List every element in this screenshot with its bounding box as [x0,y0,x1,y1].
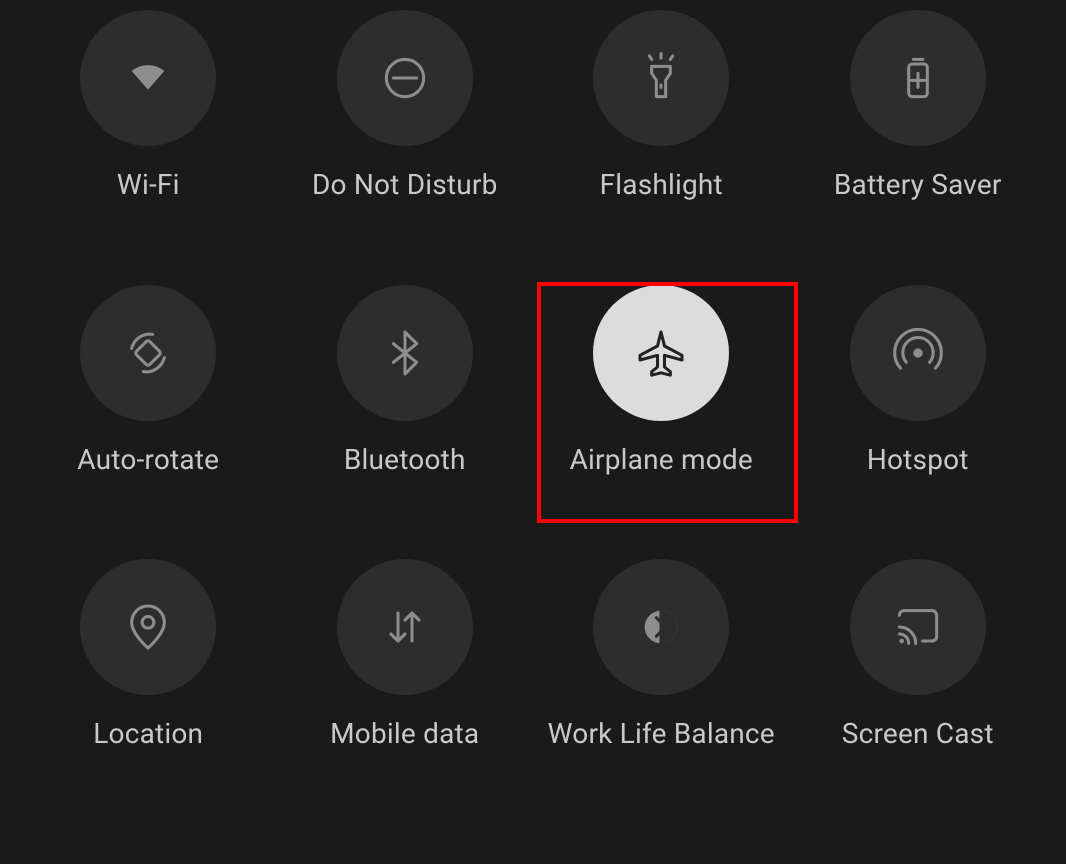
tile-flashlight: Flashlight [533,0,790,275]
tile-screen-cast: Screen Cast [790,549,1047,824]
quick-settings-panel: Wi-Fi Do Not Disturb [0,0,1066,864]
battery-saver-icon [890,50,946,106]
toggle-mobile-data[interactable] [337,559,473,695]
toggle-hotspot[interactable] [850,285,986,421]
work-life-balance-icon [633,599,689,655]
toggle-flashlight[interactable] [593,10,729,146]
tile-auto-rotate: Auto-rotate [20,275,277,550]
label-battery-saver: Battery Saver [834,168,1002,201]
toggle-airplane-mode[interactable] [593,285,729,421]
tile-hotspot: Hotspot [790,275,1047,550]
tile-mobile-data: Mobile data [277,549,534,824]
tile-dnd: Do Not Disturb [277,0,534,275]
label-mobile-data: Mobile data [330,717,479,750]
tile-work-life-balance: Work Life Balance [533,549,790,824]
toggle-wifi[interactable] [80,10,216,146]
toggle-bluetooth[interactable] [337,285,473,421]
tile-bluetooth: Bluetooth [277,275,534,550]
label-dnd: Do Not Disturb [312,168,498,201]
label-bluetooth: Bluetooth [344,443,466,476]
label-screen-cast: Screen Cast [842,717,994,750]
auto-rotate-icon [120,325,176,381]
screen-cast-icon [890,599,946,655]
flashlight-icon [633,50,689,106]
tile-airplane-mode: Airplane mode [533,275,790,550]
wifi-icon [120,50,176,106]
location-icon [120,599,176,655]
label-flashlight: Flashlight [600,168,723,201]
toggle-work-life-balance[interactable] [593,559,729,695]
toggle-auto-rotate[interactable] [80,285,216,421]
toggle-location[interactable] [80,559,216,695]
label-location: Location [93,717,203,750]
tile-wifi: Wi-Fi [20,0,277,275]
label-hotspot: Hotspot [867,443,969,476]
hotspot-icon [890,325,946,381]
quick-settings-grid: Wi-Fi Do Not Disturb [0,0,1066,864]
toggle-dnd[interactable] [337,10,473,146]
tile-battery-saver: Battery Saver [790,0,1047,275]
label-auto-rotate: Auto-rotate [77,443,219,476]
airplane-icon [633,325,689,381]
tile-location: Location [20,549,277,824]
label-wifi: Wi-Fi [117,168,180,201]
mobile-data-icon [377,599,433,655]
label-work-life-balance: Work Life Balance [548,717,775,750]
bluetooth-icon [377,325,433,381]
label-airplane-mode: Airplane mode [570,443,753,476]
toggle-screen-cast[interactable] [850,559,986,695]
dnd-icon [377,50,433,106]
toggle-battery-saver[interactable] [850,10,986,146]
